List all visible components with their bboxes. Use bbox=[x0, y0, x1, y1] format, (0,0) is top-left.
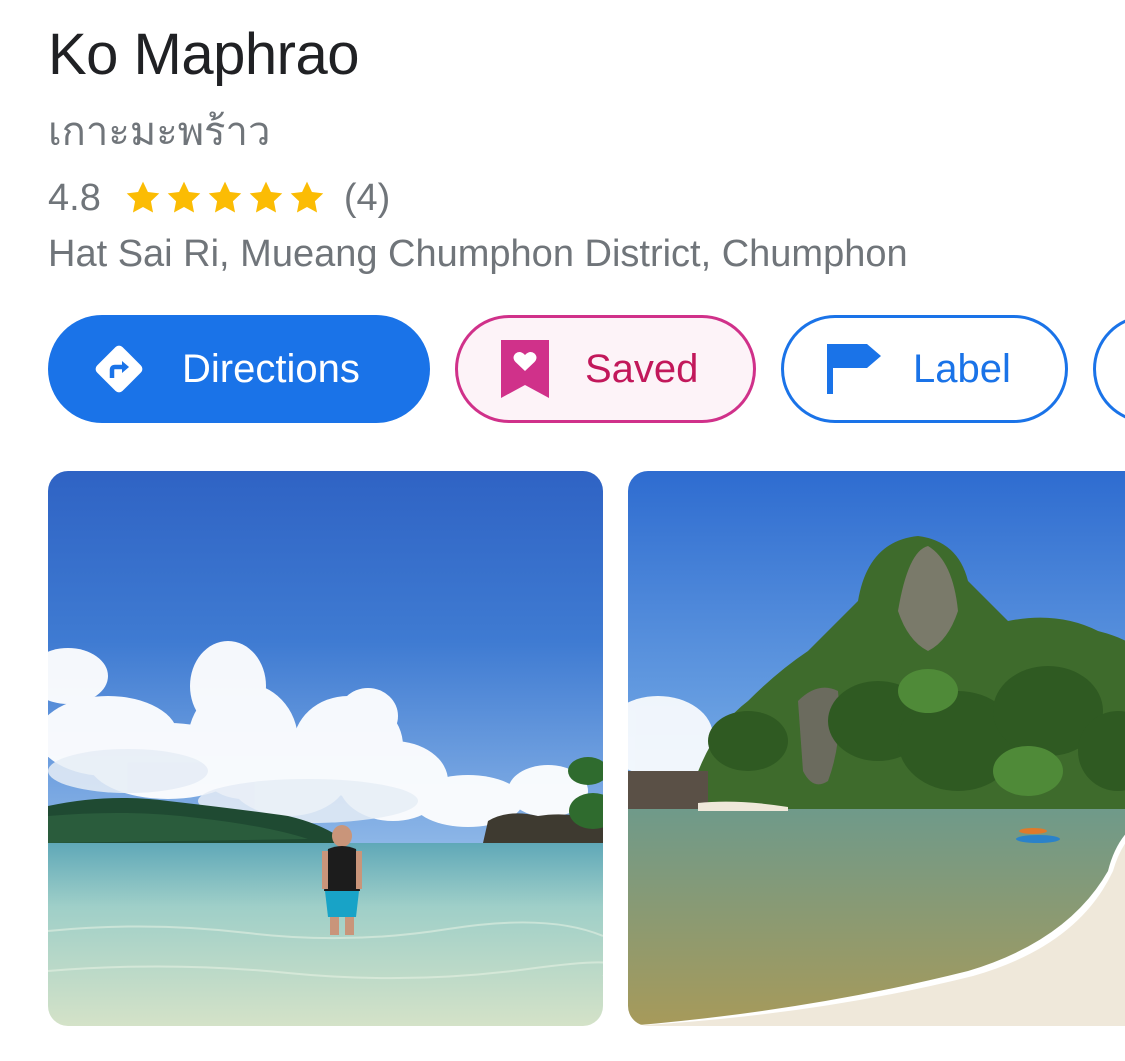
more-actions-button[interactable] bbox=[1093, 315, 1125, 423]
place-address: Hat Sai Ri, Mueang Chumphon District, Ch… bbox=[48, 233, 908, 275]
place-photo-1[interactable] bbox=[48, 471, 603, 1026]
place-native-name: เกาะมะพร้าว bbox=[48, 110, 271, 154]
star-icon bbox=[167, 181, 201, 213]
rating-stars bbox=[123, 178, 328, 218]
star-icon bbox=[290, 181, 324, 213]
place-photo-2[interactable] bbox=[628, 471, 1125, 1026]
directions-button[interactable]: Directions bbox=[48, 315, 430, 423]
rating-row[interactable]: 4.8 (4) bbox=[48, 172, 390, 224]
rating-value: 4.8 bbox=[48, 176, 101, 219]
saved-label: Saved bbox=[585, 346, 699, 391]
directions-diamond-icon bbox=[88, 338, 150, 400]
bookmark-heart-icon bbox=[501, 340, 549, 398]
review-count[interactable]: (4) bbox=[344, 177, 390, 220]
flag-icon bbox=[827, 344, 881, 394]
star-icon bbox=[208, 181, 242, 213]
star-icon bbox=[249, 181, 283, 213]
label-button[interactable]: Label bbox=[781, 315, 1068, 423]
cove-photo-image bbox=[628, 471, 1125, 1026]
place-card: Ko Maphrao เกาะมะพร้าว 4.8 (4) Hat Sai R… bbox=[0, 0, 1125, 1061]
directions-label: Directions bbox=[182, 346, 360, 391]
star-icon bbox=[126, 181, 160, 213]
saved-button[interactable]: Saved bbox=[455, 315, 756, 423]
action-chips: Directions Saved Label bbox=[48, 315, 1125, 423]
place-title: Ko Maphrao bbox=[48, 22, 359, 87]
label-label: Label bbox=[913, 346, 1011, 391]
beach-photo-image bbox=[48, 471, 603, 1026]
